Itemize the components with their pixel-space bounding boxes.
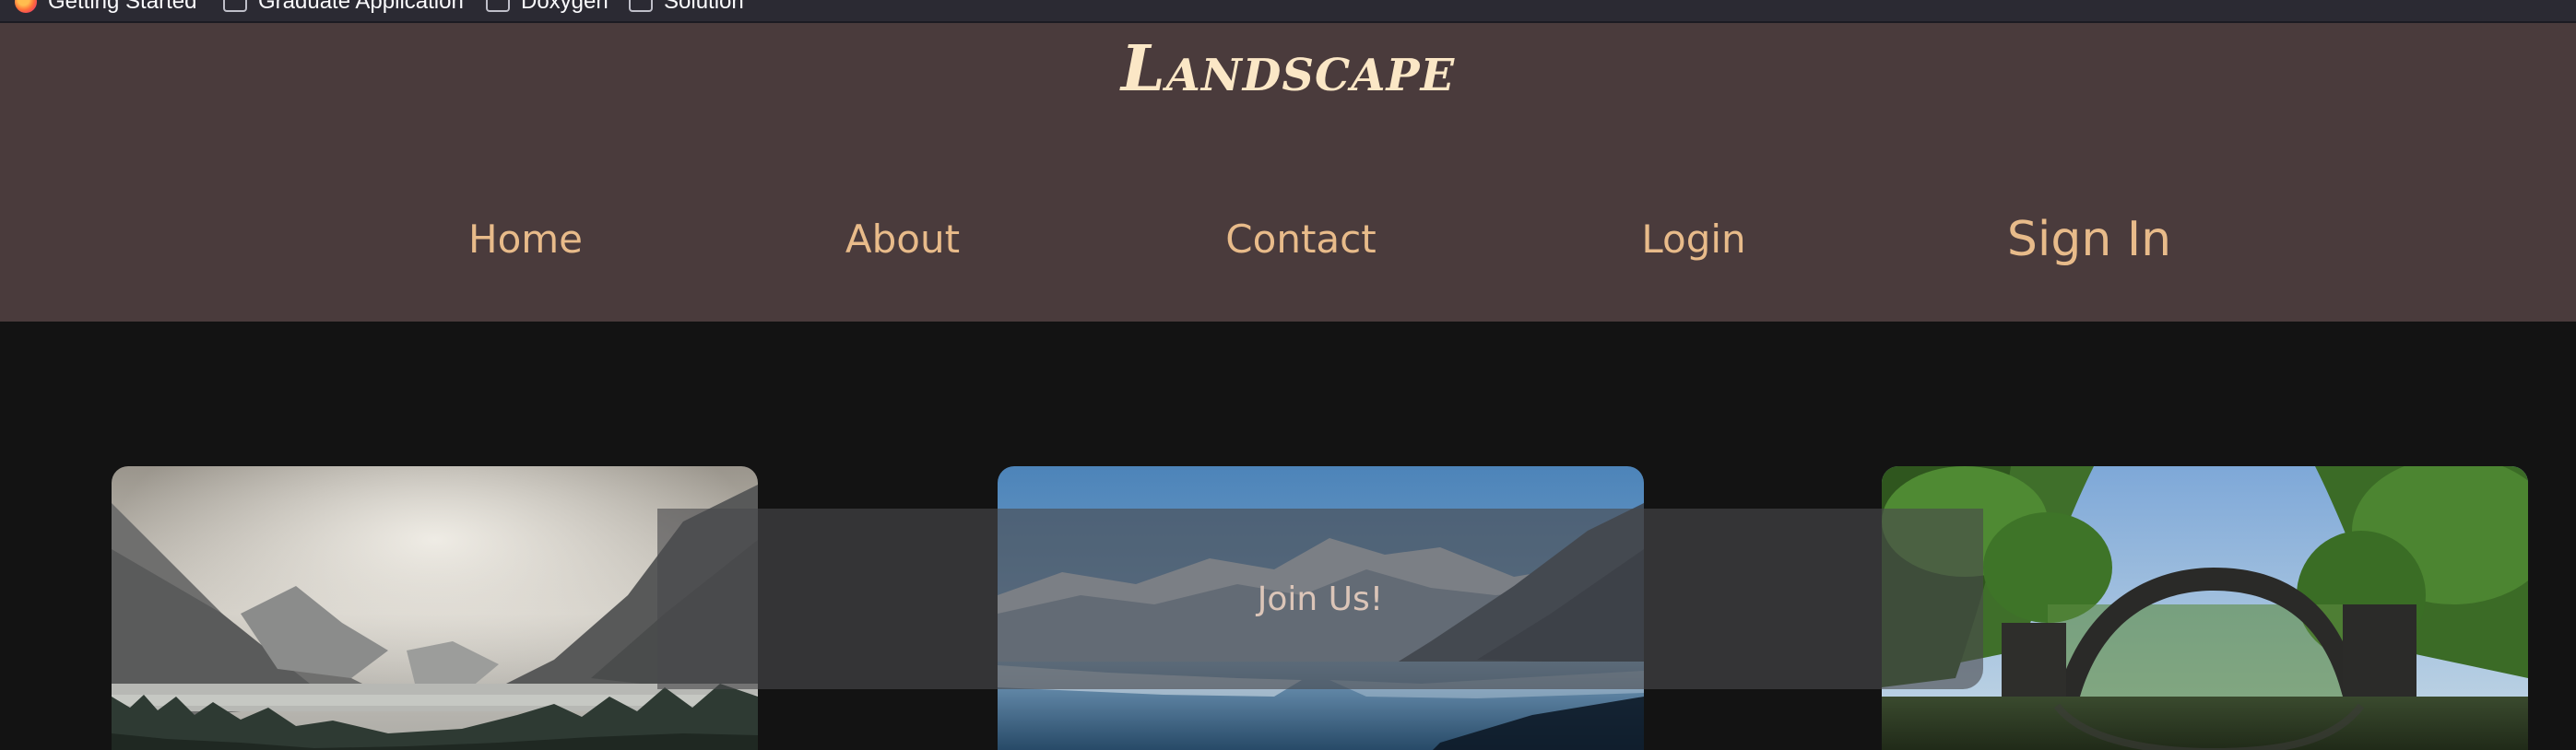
nav-about[interactable]: About — [845, 217, 960, 262]
bookmark-graduate-application[interactable]: Graduate Application — [223, 0, 464, 14]
firefox-icon — [15, 0, 37, 13]
bookmark-label: Graduate Application — [258, 0, 464, 14]
folder-icon — [223, 0, 247, 12]
site-logo[interactable]: Landscape — [0, 32, 2576, 106]
site-header: Landscape Home About Contact Login Sign … — [0, 23, 2576, 322]
bookmark-label: Doxygen — [521, 0, 609, 14]
bookmarks-toolbar: Getting Started Graduate Application Dox… — [0, 0, 2576, 23]
bookmark-doxygen[interactable]: Doxygen — [486, 0, 609, 14]
bookmark-solution[interactable]: Solution — [629, 0, 744, 14]
join-us-label: Join Us! — [1257, 580, 1384, 618]
bookmark-label: Solution — [664, 0, 744, 14]
folder-icon — [629, 0, 653, 12]
nav-contact[interactable]: Contact — [1225, 217, 1376, 262]
nav-home[interactable]: Home — [468, 217, 583, 262]
bookmark-getting-started[interactable]: Getting Started — [15, 0, 197, 14]
join-us-banner[interactable]: Join Us! — [657, 509, 1983, 689]
bookmark-label: Getting Started — [48, 0, 197, 14]
nav-sign-in[interactable]: Sign In — [2007, 212, 2171, 267]
nav-login[interactable]: Login — [1641, 217, 1745, 262]
folder-icon — [486, 0, 510, 12]
